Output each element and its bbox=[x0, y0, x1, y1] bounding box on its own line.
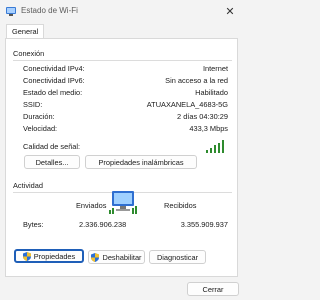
general-tab-panel: Conexión Conectividad IPv4: Internet Con… bbox=[5, 38, 238, 277]
signal-strength-icon bbox=[206, 140, 226, 153]
duration-label: Duración: bbox=[23, 112, 55, 121]
ssid-value: ATUAXANELA_4683-5G bbox=[146, 100, 228, 109]
row-signal-quality: Calidad de señal: bbox=[23, 140, 228, 154]
ipv6-value: Sin acceso a la red bbox=[165, 76, 228, 85]
close-window-button[interactable]: ✕ bbox=[219, 2, 241, 20]
signal-bar bbox=[222, 140, 224, 153]
signal-bar bbox=[218, 142, 220, 153]
disable-button-label: Deshabilitar bbox=[102, 252, 142, 262]
properties-button-label: Propiedades bbox=[33, 251, 76, 261]
signal-bar bbox=[206, 150, 208, 153]
media-state-label: Estado del medio: bbox=[23, 88, 83, 97]
wireless-properties-button[interactable]: Propiedades inalámbricas bbox=[85, 155, 197, 169]
ipv6-label: Conectividad IPv6: bbox=[23, 76, 85, 85]
title-bar: Estado de Wi-Fi ✕ bbox=[0, 0, 243, 22]
properties-button[interactable]: Propiedades bbox=[14, 249, 84, 263]
close-button[interactable]: Cerrar bbox=[187, 282, 239, 296]
duration-value: 2 días 04:30:29 bbox=[177, 112, 228, 121]
speed-value: 433,3 Mbps bbox=[189, 124, 228, 133]
row-media-state: Estado del medio: Habilitado bbox=[23, 88, 228, 98]
close-icon: ✕ bbox=[225, 5, 235, 18]
tab-strip: General bbox=[5, 23, 239, 39]
window-title: Estado de Wi-Fi bbox=[21, 6, 78, 15]
shield-icon bbox=[22, 251, 31, 261]
received-label: Recibidos bbox=[164, 201, 197, 210]
signal-bar bbox=[214, 145, 216, 153]
connection-heading: Conexión bbox=[13, 49, 45, 58]
ipv4-value: Internet bbox=[202, 64, 228, 73]
speed-label: Velocidad: bbox=[23, 124, 58, 133]
ssid-label: SSID: bbox=[23, 100, 43, 109]
ipv4-label: Conectividad IPv4: bbox=[23, 64, 85, 73]
wifi-status-icon bbox=[6, 7, 16, 16]
signal-bar bbox=[210, 147, 212, 153]
bytes-label: Bytes: bbox=[23, 220, 44, 229]
activity-heading: Actividad bbox=[13, 181, 43, 190]
signal-quality-label: Calidad de señal: bbox=[23, 142, 81, 151]
row-ipv4: Conectividad IPv4: Internet bbox=[23, 64, 228, 74]
bytes-sent-value: 2.336.906.238 bbox=[79, 220, 127, 229]
disable-button[interactable]: Deshabilitar bbox=[88, 250, 145, 264]
connection-divider bbox=[13, 60, 232, 61]
row-bytes: Bytes: 2.336.906.238 3.355.909.937 bbox=[23, 220, 228, 230]
tab-general[interactable]: General bbox=[6, 24, 45, 39]
row-ssid: SSID: ATUAXANELA_4683-5G bbox=[23, 100, 228, 110]
bytes-received-value: 3.355.909.937 bbox=[180, 220, 228, 229]
row-duration: Duración: 2 días 04:30:29 bbox=[23, 112, 228, 122]
network-activity-icon bbox=[109, 191, 137, 214]
row-speed: Velocidad: 433,3 Mbps bbox=[23, 124, 228, 134]
shield-icon bbox=[91, 252, 100, 262]
sent-label: Enviados bbox=[76, 201, 107, 210]
row-ipv6: Conectividad IPv6: Sin acceso a la red bbox=[23, 76, 228, 86]
diagnose-button[interactable]: Diagnosticar bbox=[149, 250, 206, 264]
media-state-value: Habilitado bbox=[195, 88, 228, 97]
details-button[interactable]: Detalles... bbox=[24, 155, 80, 169]
